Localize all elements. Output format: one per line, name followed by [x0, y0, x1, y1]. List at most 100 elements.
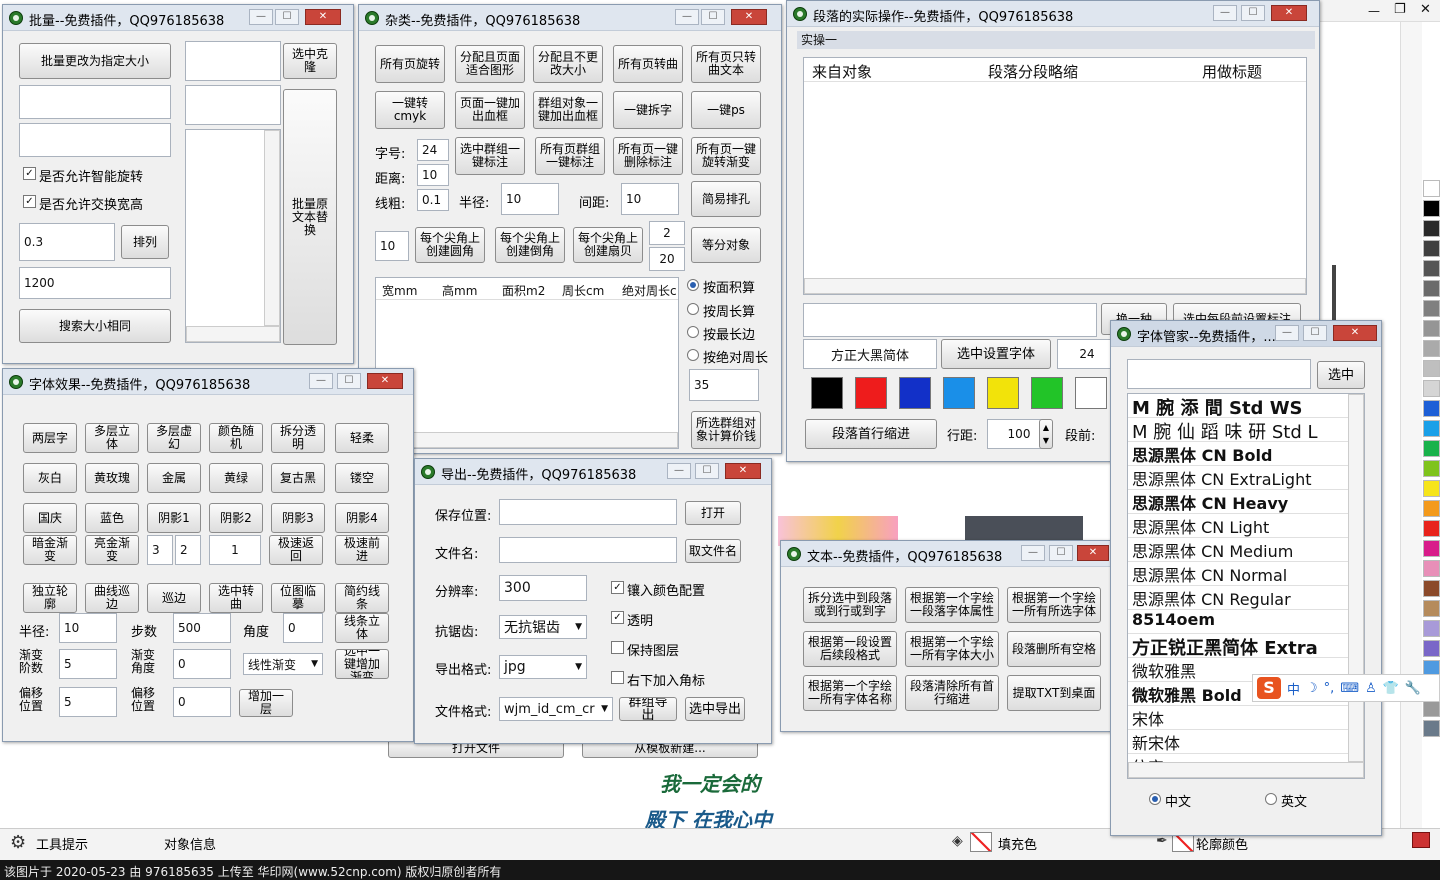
- bright-gold-button[interactable]: 亮金渐变: [85, 535, 139, 565]
- misc-r3-2[interactable]: 所有页一键删除标注: [613, 137, 683, 175]
- font-item-4[interactable]: 思源黑体 CN Heavy: [1128, 490, 1348, 514]
- ime-lang-toggle[interactable]: 中: [1287, 679, 1300, 698]
- close-icon[interactable]: ✕: [1077, 545, 1109, 561]
- line-weight-input[interactable]: 0.1: [417, 189, 449, 211]
- fx-row1-2[interactable]: 多层虚幻: [147, 423, 201, 453]
- palette-swatch-21[interactable]: [1423, 600, 1440, 617]
- palette-swatch-9[interactable]: [1423, 360, 1440, 377]
- fx-row3-2[interactable]: 阴影1: [147, 503, 201, 533]
- file-name-input[interactable]: [499, 537, 677, 563]
- color-swatch-0[interactable]: [811, 377, 843, 409]
- restore-app-icon[interactable]: ❐: [1394, 2, 1406, 17]
- resolution-input[interactable]: 300: [499, 575, 587, 601]
- smart-rotate-checkbox[interactable]: ✓: [23, 167, 36, 180]
- radio-english[interactable]: [1265, 793, 1277, 805]
- textarea-hscrollbar[interactable]: [186, 326, 280, 342]
- font-item-5[interactable]: 思源黑体 CN Light: [1128, 514, 1348, 538]
- palette-swatch-14[interactable]: [1423, 460, 1440, 477]
- misc-r3-3[interactable]: 所有页一键旋转渐变: [691, 137, 761, 175]
- palette-swatch-5[interactable]: [1423, 280, 1440, 297]
- close-icon[interactable]: ✕: [725, 463, 761, 479]
- misc-r3-1[interactable]: 所有页群组一键标注: [535, 137, 605, 175]
- batch-resize-button[interactable]: 批量更改为指定大小: [19, 43, 171, 79]
- color-swatch-2[interactable]: [899, 377, 931, 409]
- ratio-input[interactable]: 0.3: [19, 223, 115, 261]
- gradient-type-select[interactable]: 线性渐变 ▼: [243, 653, 323, 675]
- col-source-object[interactable]: 来自对象: [812, 61, 872, 82]
- palette-swatch-11[interactable]: [1423, 400, 1440, 417]
- palette-swatch-27[interactable]: [1423, 720, 1440, 737]
- col-height[interactable]: 高mm: [442, 282, 477, 299]
- font-item-7[interactable]: 思源黑体 CN Normal: [1128, 562, 1348, 586]
- palette-swatch-18[interactable]: [1423, 540, 1440, 557]
- minimize-icon[interactable]: —: [309, 373, 333, 389]
- misc-r1-1[interactable]: 分配且页面适合图形: [455, 45, 525, 83]
- misc-r2-0[interactable]: 一键转cmyk: [375, 91, 445, 129]
- text-btn-5[interactable]: 段落删所有空格: [1007, 631, 1101, 667]
- misc-r4-0[interactable]: 每个尖角上创建圆角: [415, 227, 485, 263]
- size-input[interactable]: 1200: [19, 267, 171, 299]
- sogou-logo-icon[interactable]: S: [1257, 677, 1281, 699]
- line-spacing-spinner[interactable]: ▲ ▼: [1039, 419, 1053, 449]
- text-btn-1[interactable]: 根据第一个字绘一段落字体属性: [905, 587, 999, 623]
- minimize-icon[interactable]: —: [249, 9, 273, 25]
- close-icon[interactable]: ✕: [367, 373, 403, 389]
- col-width[interactable]: 宽mm: [382, 282, 417, 299]
- radius-input[interactable]: 10: [501, 183, 559, 215]
- keyboard-icon[interactable]: ⌨: [1340, 681, 1359, 696]
- swap-wh-checkbox[interactable]: ✓: [23, 195, 36, 208]
- font-name-input[interactable]: 方正大黑简体: [803, 339, 937, 369]
- fx-angle-input[interactable]: 0: [283, 613, 323, 643]
- font-item-1[interactable]: M 腕 仙 蹈 味 研 Std L: [1128, 418, 1348, 442]
- palette-swatch-13[interactable]: [1423, 440, 1440, 457]
- file-type-select[interactable]: wjm_id_cm_cr ▼: [499, 697, 613, 721]
- user-icon[interactable]: ♙: [1365, 681, 1377, 696]
- first-line-indent-button[interactable]: 段落首行缩进: [805, 419, 937, 449]
- fast-forward-button[interactable]: 极速前进: [335, 535, 389, 565]
- fx-row1-1[interactable]: 多层立体: [85, 423, 139, 453]
- font-item-8[interactable]: 思源黑体 CN Regular: [1128, 586, 1348, 610]
- fx-row5-1[interactable]: 曲线巡边: [85, 583, 139, 613]
- tab-practice-one[interactable]: 实操一: [797, 31, 1315, 49]
- color-swatch-5[interactable]: [1031, 377, 1063, 409]
- maximize-icon[interactable]: ☐: [701, 9, 725, 25]
- font-item-15[interactable]: 仿宋: [1128, 754, 1348, 762]
- misc-r3-0[interactable]: 选中群组一键标注: [455, 137, 525, 175]
- take-file-name-button[interactable]: 取文件名: [685, 539, 741, 563]
- set-font-button[interactable]: 选中设置字体: [941, 339, 1051, 369]
- dark-gold-button[interactable]: 暗金渐变: [23, 535, 77, 565]
- fx-row2-5[interactable]: 镂空: [335, 463, 389, 493]
- palette-swatch-23[interactable]: [1423, 640, 1440, 657]
- palette-swatch-10[interactable]: [1423, 380, 1440, 397]
- batch-clone-input[interactable]: [185, 41, 281, 81]
- divide-b-input[interactable]: 20: [649, 247, 685, 271]
- keep-layers-checkbox[interactable]: [611, 641, 624, 654]
- radio-chinese[interactable]: [1149, 793, 1161, 805]
- fx-offset-input-2[interactable]: 0: [173, 687, 231, 717]
- tool-tips-label[interactable]: 工具提示: [36, 834, 88, 853]
- fx-row5-3[interactable]: 选中转曲: [209, 583, 263, 613]
- select-clone-button[interactable]: 选中克隆: [283, 43, 337, 79]
- skin-icon[interactable]: 👕: [1383, 681, 1399, 696]
- export-selected-button[interactable]: 选中导出: [685, 697, 745, 721]
- color-swatch-1[interactable]: [855, 377, 887, 409]
- add-layer-button[interactable]: 增加一层: [239, 689, 293, 717]
- maximize-icon[interactable]: ☐: [1241, 5, 1265, 21]
- text-btn-0[interactable]: 拆分选中到段落或到行或到字: [803, 587, 897, 623]
- divide-objects-button[interactable]: 等分对象: [691, 227, 761, 263]
- misc-r2-2[interactable]: 群组对象一键加出血框: [533, 91, 603, 129]
- minimize-icon[interactable]: —: [667, 463, 691, 479]
- color-swatch-6[interactable]: [1075, 377, 1107, 409]
- font-size-input[interactable]: 24: [417, 139, 449, 161]
- close-app-icon[interactable]: ✕: [1420, 2, 1431, 17]
- color-swatch-3[interactable]: [943, 377, 975, 409]
- fx-row5-0[interactable]: 独立轮廓: [23, 583, 77, 613]
- transparent-checkbox[interactable]: ✓: [611, 611, 624, 624]
- text-btn-8[interactable]: 提取TXT到桌面: [1007, 675, 1101, 711]
- palette-swatch-4[interactable]: [1423, 260, 1440, 277]
- palette-swatch-0[interactable]: [1423, 180, 1440, 197]
- minimize-app-icon[interactable]: —: [1368, 4, 1380, 18]
- palette-swatch-16[interactable]: [1423, 500, 1440, 517]
- close-icon[interactable]: ✕: [1333, 325, 1377, 341]
- group-export-button[interactable]: 群组导出: [619, 697, 677, 721]
